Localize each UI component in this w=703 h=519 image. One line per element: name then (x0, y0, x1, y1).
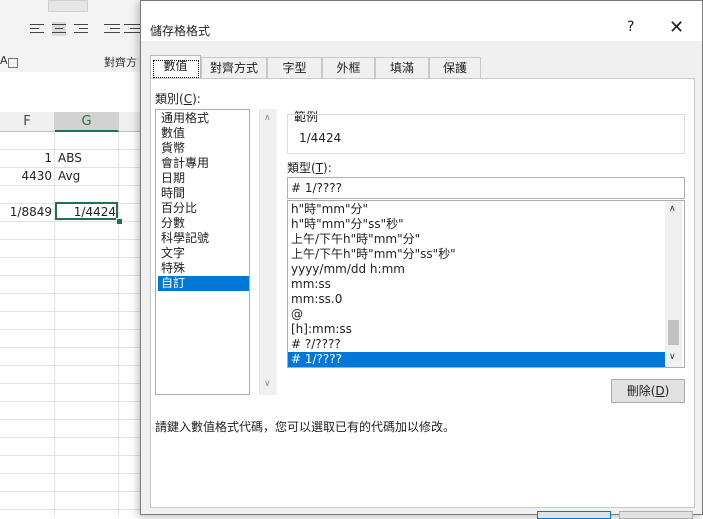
alignment-group-label: 對齊方 (104, 56, 137, 69)
tab-protection[interactable]: 保護 (429, 57, 481, 78)
scroll-down-icon[interactable]: ∨ (264, 379, 271, 389)
category-item[interactable]: 時間 (158, 186, 249, 201)
category-item[interactable]: 分數 (158, 216, 249, 231)
dialog-title: 儲存格格式 (150, 24, 211, 38)
format-code-item[interactable]: yyyy/mm/dd h:mm (288, 262, 669, 277)
category-item[interactable]: 貨幣 (158, 141, 249, 156)
tab-alignment[interactable]: 對齊方式 (201, 57, 267, 78)
tab-fill[interactable]: 填滿 (375, 57, 429, 78)
scroll-down-icon[interactable]: ∨ (669, 352, 676, 362)
format-list-scrollbar[interactable]: ∧ ∨ (665, 201, 682, 367)
align-right-icon[interactable] (74, 22, 88, 36)
delete-button[interactable]: 刪除(D) (611, 379, 685, 403)
category-list[interactable]: 通用格式 數值 貨幣 會計專用 日期 時間 百分比 分數 科學記號 文字 特殊 自訂 (155, 109, 250, 395)
category-item[interactable]: 通用格式 (158, 111, 249, 126)
category-item[interactable]: 特殊 (158, 261, 249, 276)
worksheet: F G 1 ABS 4430 Avg 1/8849 1/4424 (0, 72, 150, 515)
ok-button[interactable] (537, 511, 611, 519)
font-group-label: A (0, 54, 8, 67)
ribbon-button[interactable] (0, 17, 22, 41)
format-code-item[interactable]: # ?/???? (288, 337, 669, 352)
category-item[interactable]: 文字 (158, 246, 249, 261)
type-label: 類型(T): (287, 161, 332, 175)
category-label: 類別(C): (155, 92, 201, 106)
format-code-item[interactable]: 上午/下午h"時"mm"分" (288, 232, 669, 247)
align-center-icon[interactable] (52, 22, 66, 36)
cell-g-2[interactable]: Avg (58, 168, 116, 185)
format-code-list[interactable]: h"時"mm"分" h"時"mm"分"ss"秒" 上午/下午h"時"mm"分" 上午/… (287, 200, 685, 368)
cell-f-4[interactable]: 1/8849 (0, 204, 52, 221)
scroll-up-icon[interactable]: ∧ (669, 204, 676, 214)
category-item[interactable]: 日期 (158, 171, 249, 186)
tab-focus-rect (153, 60, 199, 78)
cell-g-1[interactable]: ABS (58, 150, 116, 167)
scrollbar-thumb[interactable] (668, 320, 679, 345)
decrease-indent-icon[interactable] (104, 22, 120, 36)
increase-indent-icon[interactable] (124, 22, 140, 36)
scroll-up-icon[interactable]: ∧ (264, 113, 271, 123)
cancel-button[interactable] (619, 511, 693, 519)
category-item[interactable]: 數值 (158, 126, 249, 141)
format-code-item[interactable]: h"時"mm"分"ss"秒" (288, 217, 669, 232)
category-item[interactable]: 科學記號 (158, 231, 249, 246)
hint-text: 請鍵入數值格式代碼，您可以選取已有的代碼加以修改。 (155, 420, 456, 434)
format-code-item[interactable]: 上午/下午h"時"mm"分"ss"秒" (288, 247, 669, 262)
category-item[interactable]: 自訂 (158, 276, 249, 291)
format-cells-dialog: 儲存格格式 ? ✕ 數值 對齊方式 字型 外框 填滿 保護 類別(C): 通用格… (140, 0, 703, 519)
format-code-item[interactable]: # 1/???? (288, 352, 669, 367)
align-left-icon[interactable] (30, 22, 44, 36)
tab-font[interactable]: 字型 (267, 57, 322, 78)
tab-border[interactable]: 外框 (322, 57, 375, 78)
format-code-item[interactable]: [h]:mm:ss (288, 322, 669, 337)
sample-box (287, 114, 685, 154)
help-button[interactable]: ? (627, 19, 634, 35)
close-button[interactable]: ✕ (669, 17, 684, 38)
format-code-item[interactable]: mm:ss.0 (288, 292, 669, 307)
sample-value: 1/4424 (299, 131, 342, 145)
dialog-launcher-icon[interactable] (8, 58, 18, 68)
format-code-item[interactable]: @ (288, 307, 669, 322)
category-item[interactable]: 會計專用 (158, 156, 249, 171)
cell-f-1[interactable]: 1 (0, 150, 52, 167)
dialog-titlebar[interactable]: 儲存格格式 ? ✕ (141, 1, 702, 41)
category-item[interactable]: 百分比 (158, 201, 249, 216)
type-input[interactable]: # 1/???? (287, 177, 685, 199)
column-header-f[interactable]: F (0, 112, 55, 132)
format-code-item[interactable]: mm:ss (288, 277, 669, 292)
column-header-g[interactable]: G (55, 112, 119, 132)
category-scrollbar[interactable]: ∧ ∨ (259, 109, 277, 395)
selected-cell[interactable] (55, 202, 118, 220)
cell-f-2[interactable]: 4430 (0, 168, 52, 185)
format-code-item[interactable]: h"時"mm"分" (288, 202, 669, 217)
ribbon-button[interactable] (48, 0, 88, 12)
fill-handle[interactable] (116, 218, 123, 225)
